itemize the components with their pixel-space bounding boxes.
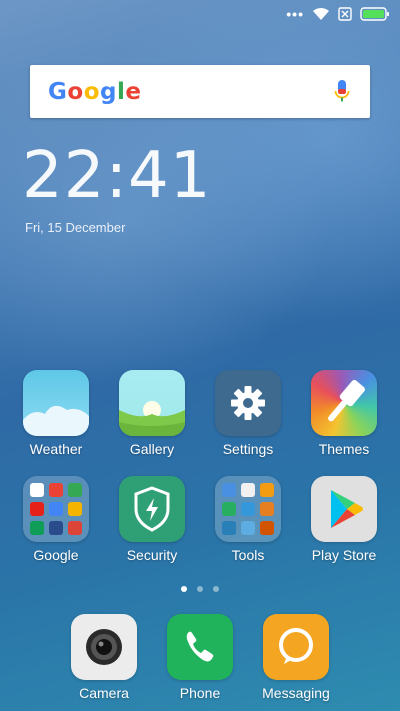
- files-mini-icon: [260, 521, 274, 535]
- google-search-mini-icon: [30, 483, 44, 497]
- app-label: Messaging: [262, 685, 330, 701]
- status-bar: •••: [0, 0, 400, 28]
- app-settings[interactable]: Settings: [203, 370, 293, 457]
- drive-mini-icon: [49, 502, 63, 516]
- page-dot[interactable]: [197, 586, 203, 592]
- more-dots-icon: •••: [286, 6, 304, 22]
- message-icon: [263, 614, 329, 680]
- app-label: Tools: [231, 547, 265, 563]
- compass-mini-icon: [260, 502, 274, 516]
- app-security[interactable]: Security: [107, 476, 197, 563]
- wifi-icon: [313, 7, 329, 20]
- gmail-mini-icon: [49, 483, 63, 497]
- app-label: Weather: [29, 441, 83, 457]
- app-themes[interactable]: Themes: [299, 370, 389, 457]
- clock-date: Fri, 15 December: [25, 220, 126, 235]
- camera-icon: [71, 614, 137, 680]
- gallery-icon: [119, 370, 185, 436]
- duo-mini-icon: [49, 521, 63, 535]
- phone-icon: [167, 614, 233, 680]
- updater-mini-icon: [222, 521, 236, 535]
- gear-icon: [215, 370, 281, 436]
- app-label: Camera: [79, 685, 129, 701]
- battery-icon: [360, 7, 389, 21]
- app-label: Play Store: [311, 547, 377, 563]
- contacts-mini-icon: [222, 483, 236, 497]
- shield-icon: [119, 476, 185, 542]
- folder-icon: [23, 476, 89, 542]
- app-camera[interactable]: Camera: [59, 614, 149, 701]
- weather-icon: [23, 370, 89, 436]
- folder-icon: [215, 476, 281, 542]
- microphone-icon[interactable]: [334, 79, 350, 105]
- google-logo: Google: [48, 78, 142, 105]
- app-messaging[interactable]: Messaging: [251, 614, 341, 701]
- maps-mini-icon: [68, 483, 82, 497]
- page-dot[interactable]: [181, 586, 187, 592]
- calendar-mini-icon: [260, 483, 274, 497]
- page-dot[interactable]: [213, 586, 219, 592]
- recorder-mini-icon: [222, 502, 236, 516]
- chrome-mini-icon: [68, 521, 82, 535]
- notes-mini-icon: [241, 483, 255, 497]
- app-gallery[interactable]: Gallery: [107, 370, 197, 457]
- app-label: Gallery: [129, 441, 175, 457]
- play-store-icon: [311, 476, 377, 542]
- app-label: Settings: [222, 441, 274, 457]
- page-indicator[interactable]: [0, 586, 400, 592]
- paintbrush-icon: [311, 370, 377, 436]
- app-label: Phone: [179, 685, 221, 701]
- youtube-mini-icon: [30, 502, 44, 516]
- app-label: Security: [126, 547, 178, 563]
- google-search-bar[interactable]: Google: [30, 65, 370, 118]
- app-label: Themes: [318, 441, 370, 457]
- sim-none-icon: [338, 7, 352, 21]
- folder-tools[interactable]: Tools: [203, 476, 293, 563]
- app-weather[interactable]: Weather: [11, 370, 101, 457]
- app-play-store[interactable]: Play Store: [299, 476, 389, 563]
- photos-mini-icon: [68, 502, 82, 516]
- hangouts-mini-icon: [30, 521, 44, 535]
- downloads-mini-icon: [241, 521, 255, 535]
- folder-google[interactable]: Google: [11, 476, 101, 563]
- app-phone[interactable]: Phone: [155, 614, 245, 701]
- app-label: Google: [33, 547, 79, 563]
- scanner-mini-icon: [241, 502, 255, 516]
- clock-time[interactable]: 22:41: [22, 144, 211, 208]
